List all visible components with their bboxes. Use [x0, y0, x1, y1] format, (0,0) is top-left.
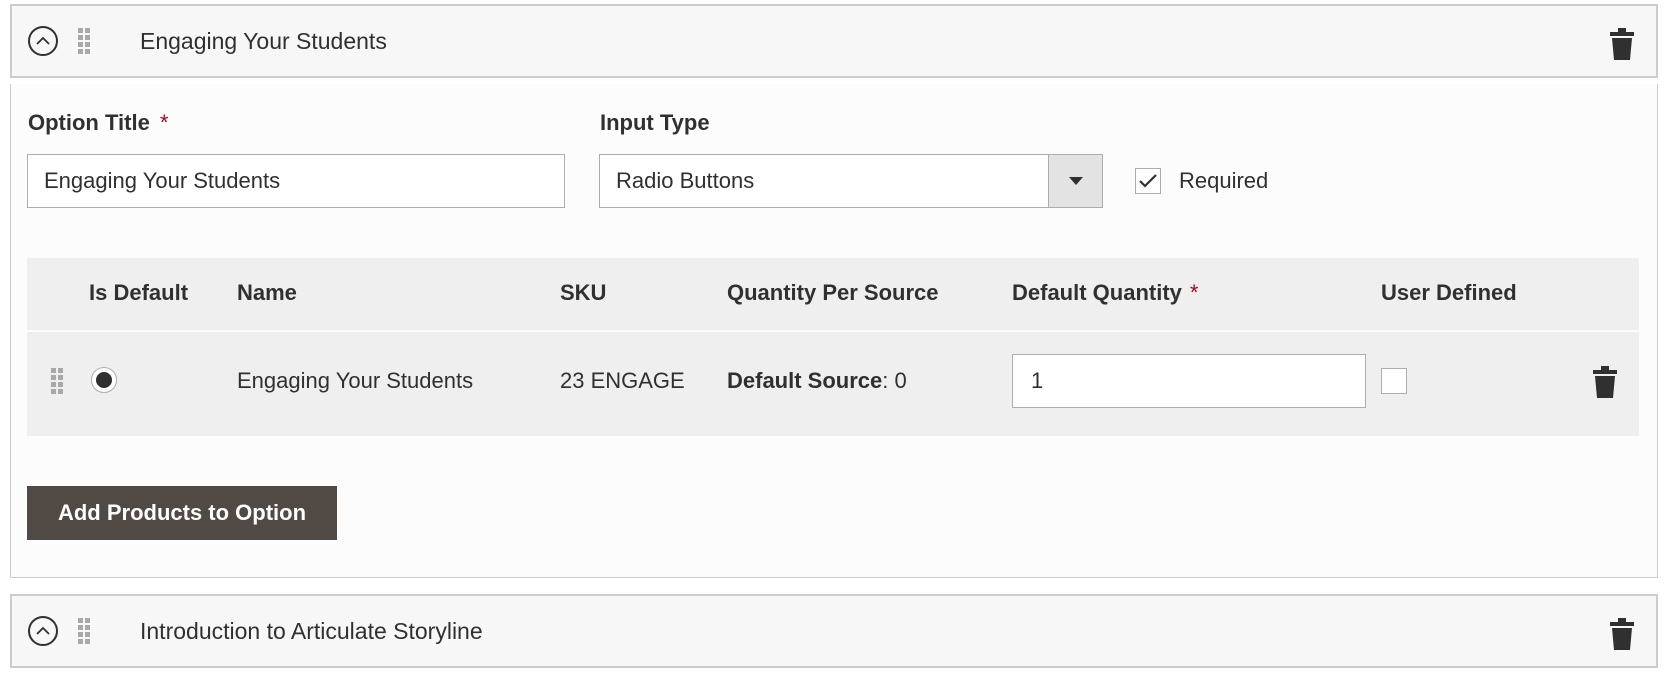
user-defined-checkbox[interactable] [1381, 368, 1407, 394]
option-panel: Option Title * Engaging Your Students Inp… [10, 84, 1658, 578]
table-row: Engaging Your Students 23 ENGAGE Default… [27, 332, 1639, 436]
option-header-title: Engaging Your Students [140, 27, 387, 54]
row-sku: 23 ENGAGE [560, 368, 685, 393]
col-name: Name [237, 280, 297, 305]
grid-header-row: Is Default Name SKU Quantity Per Source … [27, 258, 1639, 330]
delete-option-trash-icon[interactable] [1610, 28, 1634, 65]
is-default-radio[interactable] [91, 367, 117, 393]
drag-handle-icon[interactable] [51, 368, 63, 394]
option-title-input[interactable]: Engaging Your Students [27, 154, 565, 208]
col-default-qty: Default Quantity * [1012, 280, 1199, 305]
input-type-label: Input Type [600, 110, 710, 135]
drag-handle-icon[interactable] [78, 28, 90, 54]
add-products-button[interactable]: Add Products to Option [27, 486, 337, 540]
required-star: * [159, 110, 169, 135]
row-name: Engaging Your Students [237, 368, 474, 393]
collapse-toggle-icon[interactable] [28, 616, 58, 646]
delete-row-trash-icon[interactable] [1593, 366, 1617, 403]
required-label: Required [1179, 168, 1269, 193]
drag-handle-icon[interactable] [78, 618, 90, 644]
option-header-2: Introduction to Articulate Storyline [10, 594, 1658, 668]
option-title-label: Option Title * [28, 110, 169, 135]
required-star: * [1189, 280, 1199, 305]
delete-option-trash-icon[interactable] [1610, 618, 1634, 655]
input-type-value: Radio Buttons [616, 168, 755, 193]
collapse-toggle-icon[interactable] [28, 26, 58, 56]
option-header-1: Engaging Your Students [10, 4, 1658, 78]
col-user-defined: User Defined [1381, 280, 1517, 305]
chevron-down-icon[interactable] [1048, 155, 1102, 207]
required-checkbox[interactable] [1135, 168, 1161, 194]
col-sku: SKU [560, 280, 607, 305]
option-header-title: Introduction to Articulate Storyline [140, 617, 483, 644]
col-qty-per-source: Quantity Per Source [727, 280, 939, 305]
checkmark-icon [1139, 174, 1157, 188]
row-qty-per-source: Default Source: 0 [727, 368, 907, 393]
col-is-default: Is Default [89, 280, 189, 305]
input-type-select[interactable]: Radio Buttons [599, 154, 1103, 208]
default-qty-input[interactable]: 1 [1012, 354, 1366, 408]
